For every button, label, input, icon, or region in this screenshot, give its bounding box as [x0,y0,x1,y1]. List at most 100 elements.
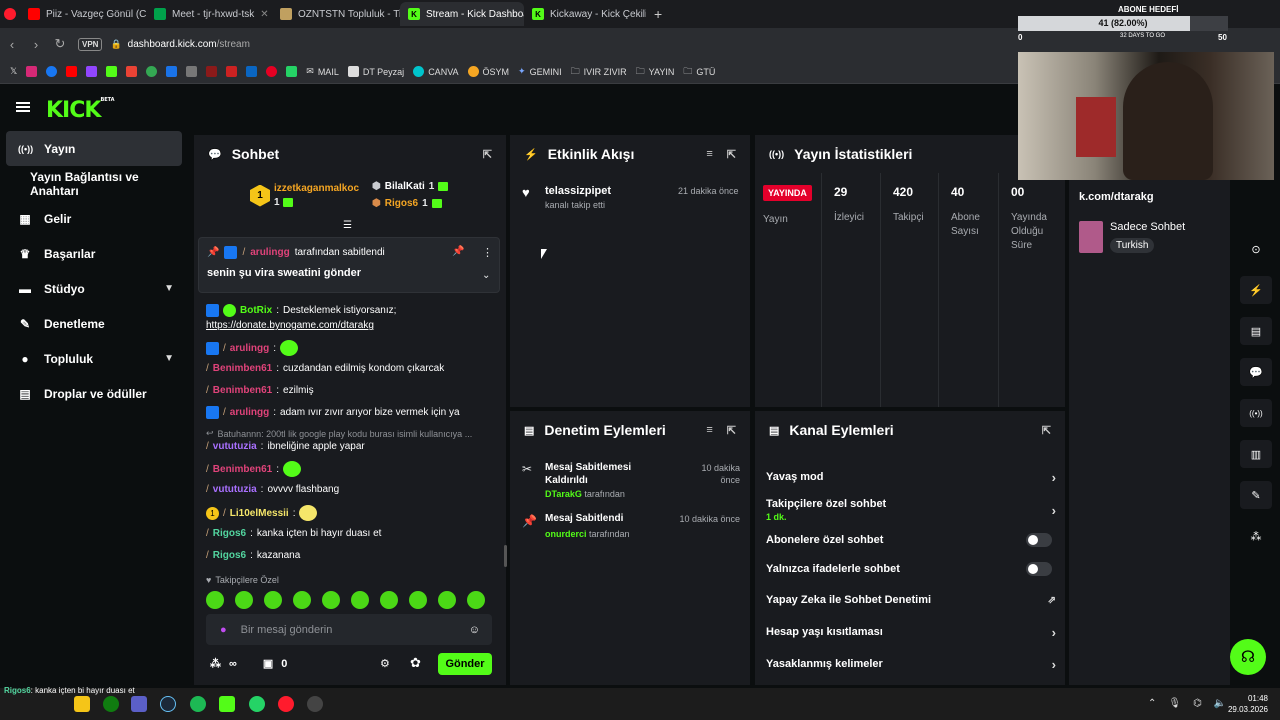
moderator-name[interactable]: DTarakG [545,489,582,499]
pinterest-icon[interactable] [266,66,278,77]
settings-icon[interactable]: ⚙ [380,657,390,670]
chat-username[interactable]: Benimben61 [213,464,272,475]
popout-icon[interactable]: ⇱ [1042,424,1051,437]
sidebar-item-denetleme[interactable]: ✎ Denetleme [0,306,190,341]
linkedin-icon[interactable] [246,66,258,77]
chevron-down-icon[interactable]: ⌄ [482,270,490,281]
emote-only-toggle[interactable] [1026,562,1052,576]
quick-action-button[interactable]: ⁂ [1240,522,1272,550]
chat-username[interactable]: BotRix [240,305,272,316]
bookmark-canva[interactable]: CANVA [413,66,459,77]
bookmark-osym[interactable]: ÖSYM [467,66,509,77]
emote-icon[interactable] [380,591,398,609]
menu-icon[interactable] [16,102,30,112]
quick-action-button[interactable]: ▥ [1240,440,1272,468]
sidebar-item-stream-key[interactable]: Yayın Bağlantısı ve Anahtarı [0,166,190,201]
quick-action-button[interactable]: ▤ [1240,317,1272,345]
chat-link[interactable]: https://donate.bynogame.com/dtarakg [206,320,374,331]
unpin-icon[interactable]: 📌 [452,246,464,257]
filter-icon[interactable]: ≡ [706,424,712,437]
emote-icon[interactable] [322,591,340,609]
bookmark-mail[interactable]: ✉ MAIL [306,66,339,77]
twitch-icon[interactable] [86,66,98,77]
kick-logo[interactable]: KICKBETA [46,97,115,123]
xbox-icon[interactable] [103,696,119,712]
share-icon[interactable]: ⁂ [210,657,221,670]
quick-action-button[interactable]: ⊙ [1240,235,1272,263]
leader-name[interactable]: Rigos6 [385,198,418,209]
chevron-up-icon[interactable]: ⌃ [1148,698,1156,709]
chat-input[interactable]: ● Bir mesaj gönderin ☺ [206,614,492,645]
new-tab-button[interactable]: + [646,2,666,26]
chevron-down-icon[interactable]: ▼ [164,283,174,294]
subscribers-only-toggle[interactable] [1026,533,1052,547]
slow-mode-row[interactable]: Yavaş mod › [766,470,1056,485]
followers-only-row[interactable]: Takipçilere özel sohbet 1 dk. › [766,497,1056,523]
pinned-user[interactable]: arulingg [250,247,289,258]
emote-icon[interactable] [206,591,224,609]
stream-url[interactable]: k.com/dtarakg [1079,191,1154,203]
emote-icon[interactable] [467,591,485,609]
chat-username[interactable]: arulingg [230,407,269,418]
quick-action-button[interactable]: ✎ [1240,481,1272,509]
instagram-icon[interactable] [26,66,38,77]
app-icon[interactable] [226,66,238,77]
chat-username[interactable]: Benimben61 [213,363,272,374]
url-field[interactable]: dashboard.kick.com/stream [128,39,250,50]
chat-username[interactable]: Rigos6 [213,550,246,561]
ai-moderation-row[interactable]: Yapay Zeka ile Sohbet Denetimi ⇗ [766,593,1056,607]
forward-icon[interactable]: › [24,37,48,52]
store-icon[interactable]: ▣ [263,657,273,670]
maps-icon[interactable] [146,66,158,77]
link-icon[interactable] [186,66,198,77]
chat-username[interactable]: arulingg [230,343,269,354]
category-thumbnail[interactable] [1079,221,1103,253]
finance-icon[interactable] [166,66,178,77]
facebook-icon[interactable] [46,66,58,77]
bookmark-gtu[interactable]: 🗀 GTÜ [683,64,715,80]
chat-username[interactable]: Rigos6 [213,528,246,539]
x-icon[interactable]: 𝕏 [10,66,17,77]
bookmark-yayin[interactable]: 🗀 YAYIN [636,64,675,80]
sidebar-item-basarilar[interactable]: ♛ Başarılar [0,236,190,271]
mic-icon[interactable]: 🎙 [1168,698,1181,709]
filter-icon[interactable]: ≡ [706,148,712,161]
tab-kick-dashboard[interactable]: KStream - Kick Dashboard✕ [400,2,524,26]
quick-action-button[interactable]: ((•)) [1240,399,1272,427]
chat-scrollbar[interactable] [504,545,507,567]
teams-icon[interactable] [131,696,147,712]
whatsapp-icon[interactable] [286,66,298,77]
send-button[interactable]: Gönder [438,653,492,675]
steam-icon[interactable] [160,696,176,712]
close-icon[interactable]: ✕ [260,9,268,20]
emote-icon[interactable] [293,591,311,609]
tab-kickaway[interactable]: KKickaway - Kick Çekiliş Ara✕ [524,2,646,26]
quick-action-button[interactable]: ⚡ [1240,276,1272,304]
quick-action-button[interactable]: 💬 [1240,358,1272,386]
tab-topluluk[interactable]: OZNTSTN Topluluk - Tier I✕ [272,2,400,26]
bookmark-dt-peyzaj[interactable]: DT Peyzaj [347,66,404,77]
popout-icon[interactable]: ⇱ [727,424,736,437]
language-tag[interactable]: Turkish [1110,238,1155,253]
settings-icon[interactable] [307,696,323,712]
clock[interactable]: 01:48 29.03.2026 [1224,693,1268,715]
emote-icon[interactable] [351,591,369,609]
app-icon[interactable] [206,66,218,77]
sidebar-item-studyo[interactable]: ▬ Stüdyo ▼ [0,271,190,306]
popout-icon[interactable]: ⇱ [727,148,736,161]
spotify-icon[interactable] [190,696,206,712]
popout-icon[interactable]: ⇱ [483,148,492,161]
explorer-icon[interactable] [74,696,90,712]
youtube-icon[interactable] [66,66,78,77]
collapse-icon[interactable]: ☰ [343,220,352,231]
bookmark-ivir-zivir[interactable]: 🗀 IVIR ZIVIR [571,64,627,80]
more-icon[interactable]: ⋮ [482,246,493,259]
leader-name[interactable]: BilalKati [385,181,425,192]
tab-meet[interactable]: Meet - tjr-hxwd-tsk ✕ [146,2,272,26]
network-icon[interactable]: ⌬ [1193,698,1202,709]
sidebar-item-topluluk[interactable]: ● Topluluk ▼ [0,341,190,376]
opera-icon[interactable] [278,696,294,712]
chat-username[interactable]: vututuzia [213,484,257,495]
reload-icon[interactable]: ↻ [48,36,72,52]
bookmark-gemini[interactable]: ✦ GEMINI [518,66,562,77]
